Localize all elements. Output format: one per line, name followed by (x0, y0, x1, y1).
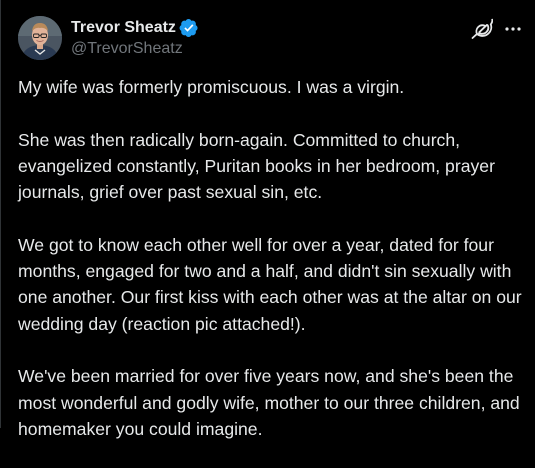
post-card: Trevor Sheatz @TrevorSheatz My wife was … (0, 0, 535, 439)
post-paragraph: We've been married for over five years n… (18, 366, 520, 439)
verified-badge-icon (179, 18, 199, 38)
post-paragraph: We got to know each other well for over … (18, 234, 522, 334)
grok-icon[interactable] (471, 18, 494, 40)
post-text: My wife was formerly promiscuous. I was … (18, 74, 526, 468)
avatar[interactable] (18, 16, 62, 60)
post-paragraph: My wife was formerly promiscuous. I was … (18, 77, 405, 97)
post-paragraph: She was then radically born-again. Commi… (18, 129, 495, 203)
author-handle[interactable]: @TrevorSheatz (71, 39, 371, 59)
display-name[interactable]: Trevor Sheatz (71, 17, 176, 39)
name-row: Trevor Sheatz (71, 17, 371, 39)
author-info: Trevor Sheatz @TrevorSheatz (71, 17, 371, 59)
more-options-icon[interactable] (503, 18, 523, 40)
post-header: Trevor Sheatz @TrevorSheatz (18, 16, 523, 62)
